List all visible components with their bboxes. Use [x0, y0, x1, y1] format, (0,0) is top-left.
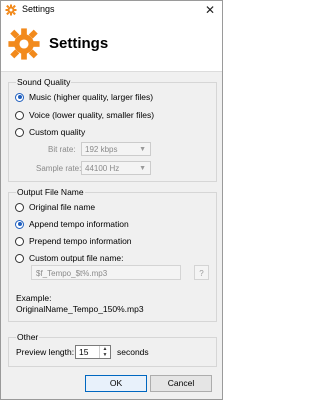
- chevron-down-icon: ▼: [139, 165, 146, 172]
- sound-quality-label: Sound Quality: [16, 77, 72, 87]
- example-value: OriginalName_Tempo_150%.mp3: [16, 304, 144, 314]
- option-original-name[interactable]: Original file name: [15, 201, 95, 213]
- option-voice[interactable]: Voice (lower quality, smaller files): [15, 109, 154, 121]
- settings-window: Settings ✕ Settings Sound Quality Music …: [0, 0, 223, 400]
- radio-button[interactable]: [15, 92, 24, 102]
- cancel-button[interactable]: Cancel: [150, 375, 212, 392]
- gear-icon: [8, 28, 40, 60]
- header: Settings: [1, 19, 222, 72]
- radio-button[interactable]: [15, 110, 24, 120]
- chevron-down-icon: ▼: [139, 146, 146, 153]
- stepper-arrows[interactable]: ▲ ▼: [99, 346, 110, 358]
- bit-rate-label: Bit rate:: [48, 145, 76, 154]
- radio-button[interactable]: [15, 127, 24, 137]
- option-custom-output-name[interactable]: Custom output file name:: [15, 252, 124, 264]
- option-music[interactable]: Music (higher quality, larger files): [15, 91, 153, 103]
- preview-length-stepper[interactable]: 15 ▲ ▼: [75, 345, 111, 359]
- preview-length-value: 15: [79, 347, 89, 357]
- page-title: Settings: [49, 35, 109, 52]
- radio-button[interactable]: [15, 253, 24, 263]
- example-label: Example:: [16, 293, 52, 303]
- window-title: Settings: [22, 4, 55, 14]
- ok-button[interactable]: OK: [85, 375, 147, 392]
- chevron-down-icon[interactable]: ▼: [100, 352, 110, 358]
- preview-length-label: Preview length:: [16, 347, 75, 357]
- option-append-tempo[interactable]: Append tempo information: [15, 218, 129, 230]
- other-label: Other: [16, 332, 40, 342]
- option-custom-quality[interactable]: Custom quality: [15, 126, 85, 138]
- close-button[interactable]: ✕: [202, 2, 218, 18]
- sample-rate-select[interactable]: 44100 Hz ▼: [81, 161, 151, 175]
- preview-length-unit: seconds: [117, 347, 149, 357]
- radio-button[interactable]: [15, 219, 24, 229]
- bit-rate-select[interactable]: 192 kbps ▼: [81, 142, 151, 156]
- radio-button[interactable]: [15, 202, 24, 212]
- sample-rate-label: Sample rate:: [36, 164, 82, 173]
- output-file-name-label: Output File Name: [16, 187, 85, 197]
- option-prepend-tempo[interactable]: Prepend tempo information: [15, 235, 132, 247]
- radio-button[interactable]: [15, 236, 24, 246]
- gear-icon: [5, 4, 17, 16]
- custom-output-name-input[interactable]: $f_Tempo_$t%.mp3: [31, 265, 181, 280]
- title-bar: Settings ✕: [1, 1, 222, 19]
- help-button[interactable]: ?: [194, 265, 209, 280]
